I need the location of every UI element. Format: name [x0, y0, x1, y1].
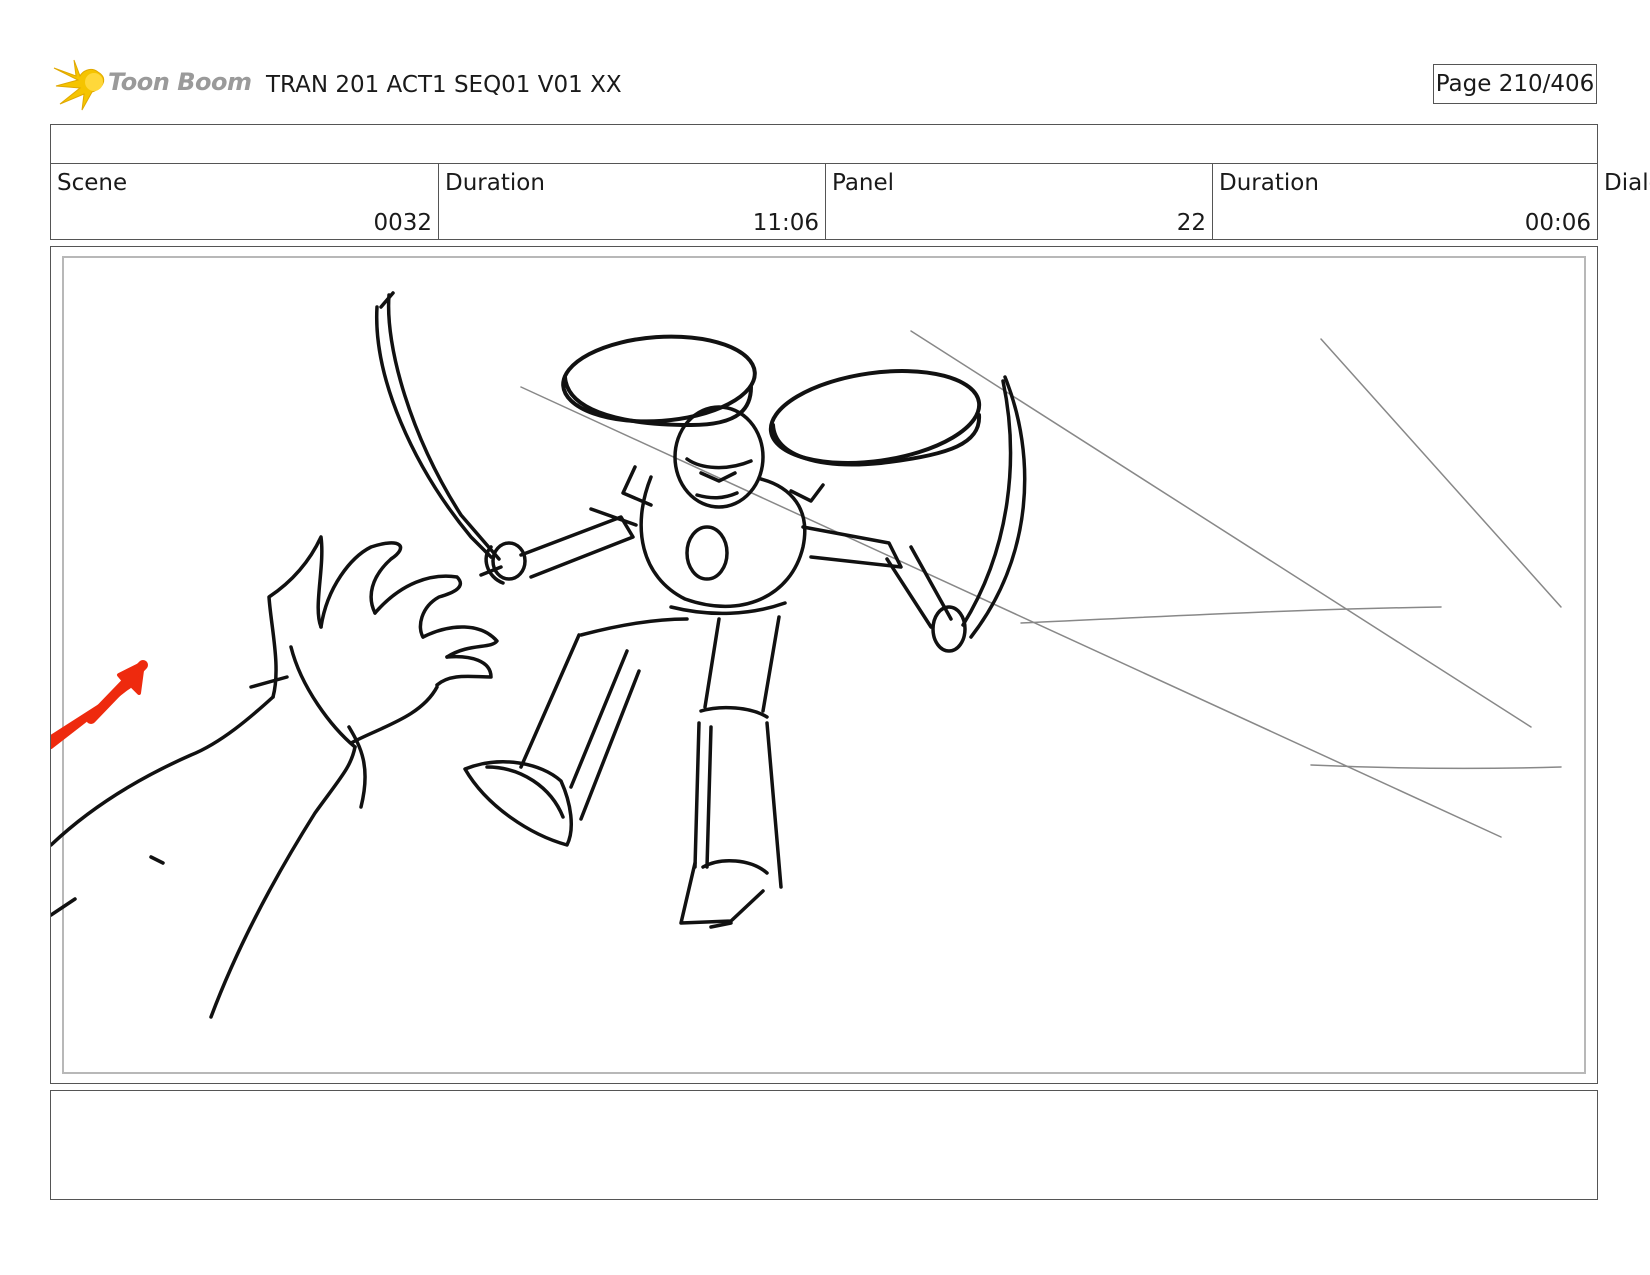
- robot-left-arm: [479, 507, 638, 585]
- panel-info-table: Scene 0032 Duration 11:06 Panel 22 Durat…: [50, 124, 1598, 240]
- scene-label: Scene: [57, 170, 128, 196]
- panel-cell: Panel 22: [826, 164, 1213, 240]
- panel-duration-value: 00:06: [1524, 210, 1591, 236]
- robot-right-arm: [801, 375, 1027, 653]
- left-sword: [374, 291, 501, 561]
- page-indicator: Page 210/406: [1433, 64, 1597, 104]
- scene-cell: Scene 0032: [51, 164, 439, 240]
- robot-torso: [621, 465, 825, 616]
- foreground-hand: [51, 535, 499, 1019]
- sequence-row: [51, 125, 1597, 164]
- brand-name: Toon Boom: [108, 68, 252, 96]
- robot-right-leg: [679, 615, 783, 929]
- scene-value: 0032: [373, 210, 432, 236]
- storyboard-sketch: [51, 291, 1562, 1019]
- action-notes-box: [50, 1090, 1598, 1200]
- robot-left-leg: [463, 617, 689, 847]
- document-title: TRAN 201 ACT1 SEQ01 V01 XX: [266, 72, 622, 98]
- red-arrow-icon: [51, 660, 148, 749]
- robot-propellers: [561, 334, 982, 467]
- logo-flame-icon: [53, 59, 105, 111]
- scene-duration-cell: Duration 11:06: [439, 164, 826, 240]
- panel-duration-cell: Duration 00:06: [1213, 164, 1597, 240]
- panel-value: 22: [1176, 210, 1206, 236]
- panel-frame: [50, 246, 1598, 1084]
- scene-duration-value: 11:06: [752, 210, 819, 236]
- panel-label: Panel: [832, 170, 895, 196]
- panel-duration-label: Duration: [1219, 170, 1319, 196]
- scene-duration-label: Duration: [445, 170, 545, 196]
- speed-lines: [520, 330, 1562, 838]
- toon-boom-logo: Toon Boom: [52, 58, 252, 112]
- dialog-label: Dialo: [1604, 170, 1650, 196]
